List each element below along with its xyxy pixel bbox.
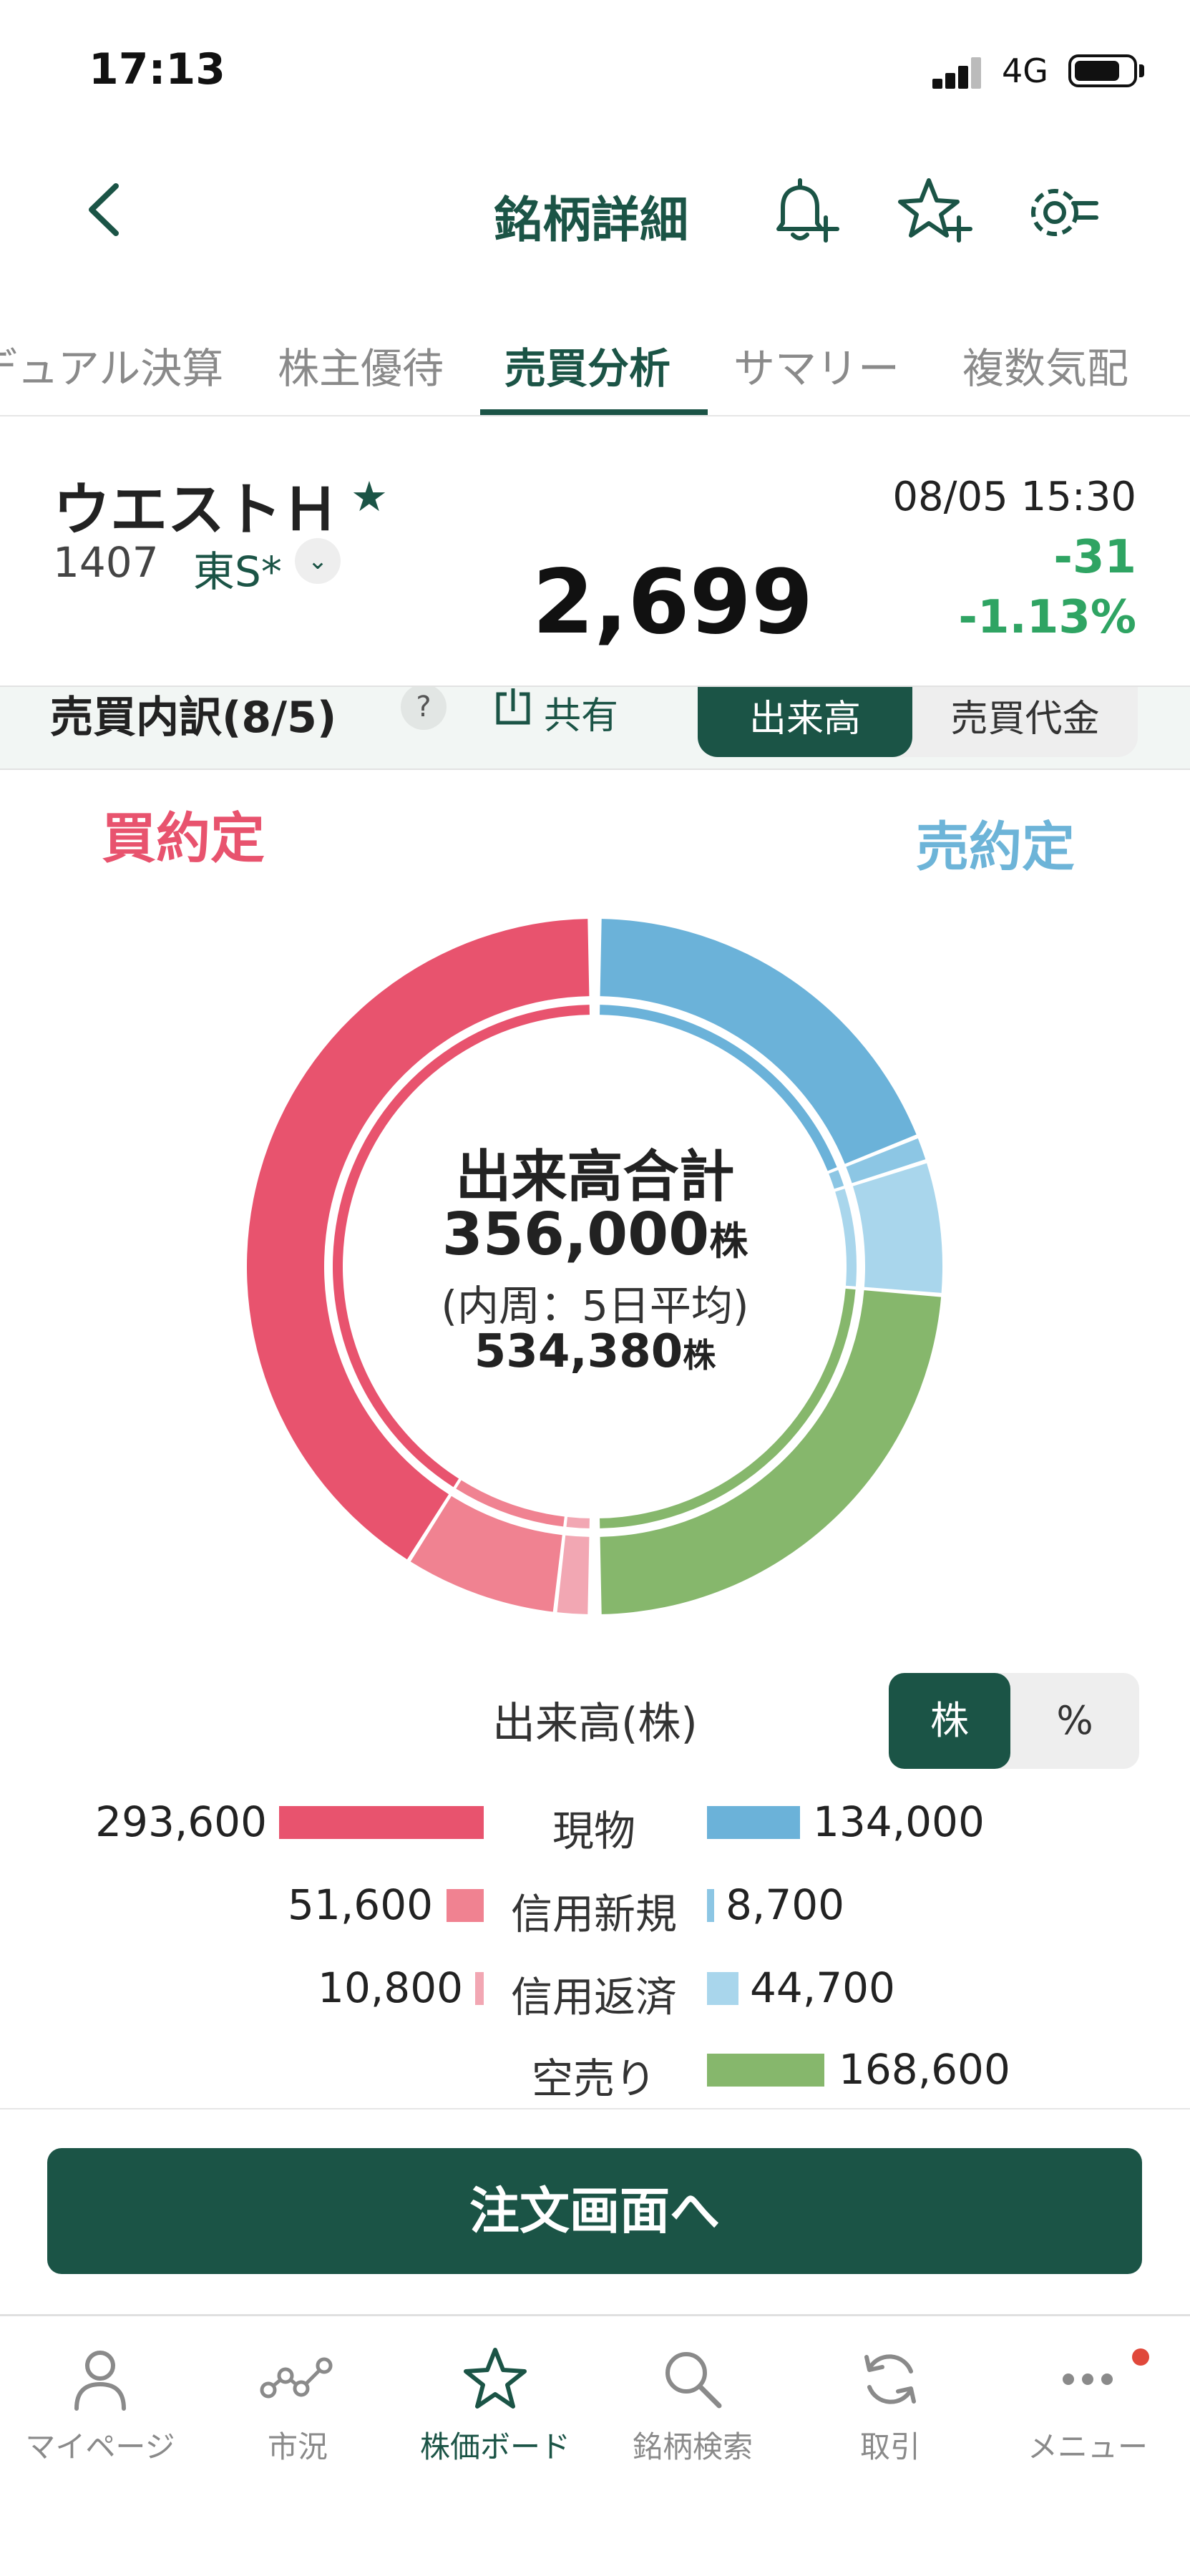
legend-sell-margin-new-value: 8,700 [726,1880,845,1929]
nav-market[interactable]: 市況 [201,2340,394,2467]
legend-label-short-sell: 空売り [531,2054,656,2103]
legend-buy-margin-close-bar [475,1972,484,2005]
bell-add-icon[interactable] [764,173,843,252]
legend-short-sell-value: 168,600 [839,2045,1010,2094]
legend-sell-cash-value: 134,000 [813,1797,985,1846]
legend-buy-margin-close-value: 10,800 [318,1963,463,2012]
legend-sell-margin-new-bar [707,1889,714,1922]
share-button[interactable]: 共有 [544,687,618,739]
favorite-add-icon[interactable] [894,173,973,252]
legend-sell-margin-close-value: 44,700 [750,1963,895,2012]
notification-badge [1132,2348,1149,2366]
total-volume-unit: 株 [709,1219,748,1264]
legend-label-margin-close: 信用返済 [510,1973,677,2021]
legend-sell-cash-bar [707,1806,800,1839]
status-time: 17:13 [89,44,225,94]
nav-label-menu: メニュー [1027,2429,1148,2464]
tab-dual-earnings[interactable]: デュアル決算 [0,335,223,395]
help-button[interactable]: ? [401,687,447,730]
person-icon [74,2351,126,2411]
legend-label-margin-new: 信用新規 [510,1890,677,1938]
star-icon [464,2348,527,2409]
stock-datetime: 08/05 15:30 [892,474,1136,520]
inner-buy-margin-close-segment [566,1516,590,1528]
settings-icon[interactable] [1022,173,1101,252]
price-change: -31 [1053,531,1136,584]
stock-market[interactable]: 東S* [193,538,282,598]
outer-buy-margin-close-segment [557,1535,590,1614]
network-label: 4G [1002,52,1048,90]
share-icon[interactable] [494,687,532,727]
volume-amount-toggle: 出来高 売買代金 [698,687,1138,757]
breakdown-title: 売買内訳(8/5) [50,693,337,743]
refresh-icon [864,2354,916,2404]
nav-label-trade: 取引 [859,2429,920,2464]
tab-trade-analysis[interactable]: 売買分析 [504,335,670,395]
battery-cap [1139,64,1144,77]
nav-stock-search[interactable]: 銘柄検索 [596,2340,789,2467]
unit-toggle: 株 % [889,1673,1139,1769]
tab-multi-quotes[interactable]: 複数気配 [962,335,1128,395]
nav-label-stock-search: 銘柄検索 [632,2429,753,2464]
section-divider [0,2108,1190,2109]
buy-label: 買約定 [102,806,265,870]
legend-buy-cash-value: 293,600 [95,1797,267,1846]
price-change-percent: -1.13% [958,591,1136,644]
page-title: 銘柄詳細 [494,192,689,249]
legend-label-cash: 現物 [552,1807,635,1855]
tab-shareholder-benefits[interactable]: 株主優待 [278,335,444,395]
legend-buy-margin-new-value: 51,600 [288,1880,433,1929]
favorite-star-icon: ★ [351,472,388,521]
legend-buy-cash-bar [279,1806,484,1839]
toggle-volume[interactable]: 出来高 [698,687,912,757]
nav-label-stock-board: 株価ボード [419,2429,570,2464]
chart-center-total: 356,000株 [0,1201,1190,1269]
nav-border [0,2314,1190,2316]
unit-toggle-shares[interactable]: 株 [889,1673,1010,1769]
nav-label-mypage: マイページ [25,2429,175,2464]
stock-price: 2,699 [532,551,814,654]
stock-code: 1407 [53,538,159,587]
sell-label: 売約定 [916,816,1075,878]
nav-stock-board[interactable]: 株価ボード [399,2340,592,2467]
unit-toggle-percent[interactable]: % [1010,1673,1139,1769]
chart-center-average: 534,380株 [0,1325,1190,1378]
signal-icon [932,57,982,89]
avg-volume-unit: 株 [683,1336,716,1375]
total-volume-value: 356,000 [442,1201,710,1269]
legend-title: 出来高(株) [492,1699,698,1749]
tab-summary[interactable]: サマリー [733,335,899,395]
chart-center-subtitle: (内周：5日平均) [441,1282,749,1330]
nav-menu[interactable]: メニュー [991,2340,1184,2467]
more-icon [1063,2373,1113,2385]
legend-sell-margin-close-bar [707,1972,738,2005]
chevron-down-icon[interactable]: ⌄ [295,538,341,584]
tab-border [0,415,1190,416]
order-screen-button[interactable]: 注文画面へ [47,2148,1142,2274]
market-icon [260,2357,333,2399]
avg-volume-value: 534,380 [474,1325,683,1378]
outer-sell-cash-segment [600,919,917,1164]
breakdown-bar: 売買内訳(8/5) ? 共有 出来高 売買代金 [0,686,1190,770]
nav-trade[interactable]: 取引 [794,2340,987,2467]
legend-buy-margin-new-bar [447,1889,484,1922]
active-tab-indicator [480,409,708,415]
search-icon [665,2352,722,2409]
nav-label-market: 市況 [267,2429,328,2464]
legend-short-sell-bar [707,2054,824,2087]
stock-name: ウエストＨ [53,477,339,543]
battery-icon [1068,54,1137,87]
back-button[interactable] [80,177,130,242]
nav-mypage[interactable]: マイページ [4,2340,197,2467]
toggle-amount[interactable]: 売買代金 [912,687,1138,757]
